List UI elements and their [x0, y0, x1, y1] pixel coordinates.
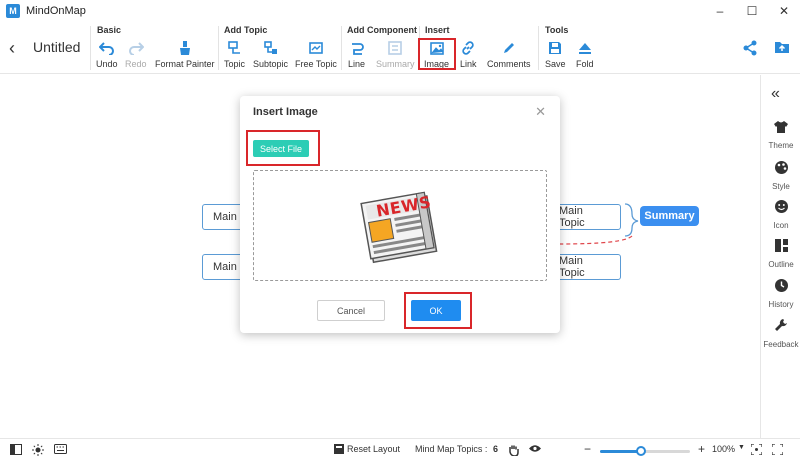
cancel-button[interactable]: Cancel	[317, 300, 385, 321]
news-image-preview: NEWS	[358, 189, 444, 272]
ok-button[interactable]: OK	[411, 300, 461, 321]
insert-image-dialog: Insert Image ✕ Select File NEWS Cancel O…	[240, 96, 560, 333]
app-name: MindOnMap	[26, 5, 86, 17]
maximize-button[interactable]: ☐	[736, 0, 768, 22]
image-preview-area[interactable]: NEWS	[253, 170, 547, 281]
dialog-overlay: Insert Image ✕ Select File NEWS Cancel O…	[0, 22, 800, 461]
app-window: M MindOnMap – ☐ ✕ ‹ Untitled Basic Undo …	[0, 0, 800, 461]
close-window-button[interactable]: ✕	[768, 0, 800, 22]
select-file-button[interactable]: Select File	[253, 140, 309, 157]
title-bar: M MindOnMap – ☐ ✕	[0, 0, 800, 22]
minimize-button[interactable]: –	[704, 0, 736, 22]
dialog-title: Insert Image	[253, 106, 318, 118]
window-controls: – ☐ ✕	[704, 0, 800, 22]
dialog-close-icon[interactable]: ✕	[535, 104, 546, 120]
app-logo-icon: M	[6, 4, 20, 18]
